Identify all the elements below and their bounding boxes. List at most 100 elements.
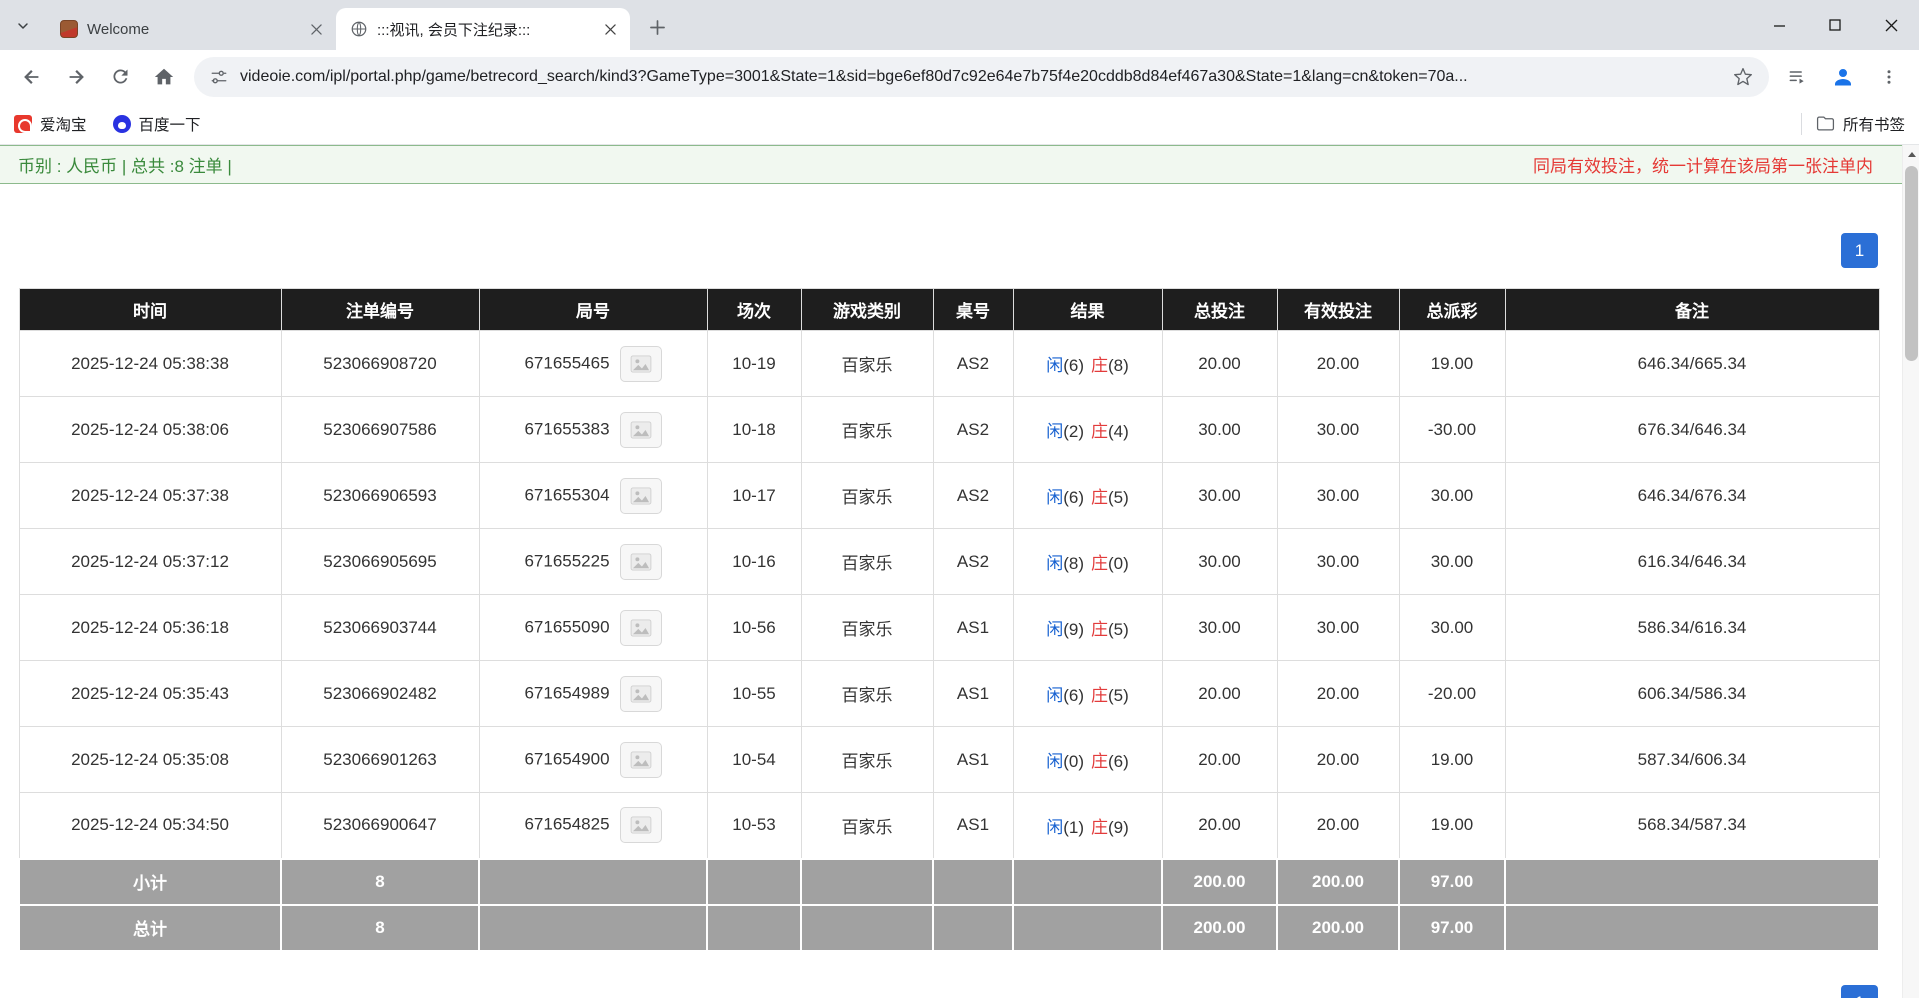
window-controls <box>1751 0 1919 50</box>
result-banker-label: 庄 <box>1091 818 1108 837</box>
result-player-label: 闲 <box>1046 422 1063 441</box>
header-time: 时间 <box>19 289 281 331</box>
session-cell: 10-55 <box>707 661 801 727</box>
bet-table-body: 2025-12-24 05:38:38 523066908720 6716554… <box>19 331 1879 859</box>
tab-close-icon[interactable] <box>600 19 620 39</box>
address-bar[interactable]: videoie.com/ipl/portal.php/game/betrecor… <box>194 57 1769 97</box>
video-thumbnail-icon <box>630 685 652 703</box>
video-thumbnail-icon <box>630 816 652 834</box>
media-controls-icon[interactable] <box>1777 57 1817 97</box>
profile-avatar-icon[interactable] <box>1823 57 1863 97</box>
baidu-favicon <box>113 115 131 133</box>
reload-icon[interactable] <box>98 55 142 99</box>
video-thumbnail-icon <box>630 751 652 769</box>
bookmark-baidu[interactable]: 百度一下 <box>113 113 201 135</box>
view-video-button[interactable] <box>620 610 662 646</box>
home-icon[interactable] <box>142 55 186 99</box>
scrollbar-up-arrow[interactable] <box>1903 145 1919 163</box>
page-1-button-bottom[interactable]: 1 <box>1841 985 1878 998</box>
table-no-cell: AS2 <box>933 331 1013 397</box>
browser-menu-icon[interactable] <box>1869 57 1909 97</box>
forward-icon[interactable] <box>54 55 98 99</box>
result-player-score: (1) <box>1063 818 1084 837</box>
close-window-button[interactable] <box>1863 0 1919 50</box>
tab-bet-record[interactable]: :::视讯, 会员下注纪录::: <box>336 8 630 50</box>
payout-cell: 30.00 <box>1399 463 1505 529</box>
globe-icon <box>350 20 368 38</box>
all-bookmarks-button[interactable]: 所有书签 <box>1816 113 1905 135</box>
round-number: 671655225 <box>524 551 609 570</box>
result-player-score: (2) <box>1063 422 1084 441</box>
game-type-cell: 百家乐 <box>801 331 933 397</box>
total-total-bet: 200.00 <box>1162 905 1277 951</box>
result-banker-score: (9) <box>1108 818 1129 837</box>
scrollbar-track[interactable] <box>1902 145 1919 998</box>
result-banker-score: (5) <box>1108 686 1129 705</box>
back-icon[interactable] <box>10 55 54 99</box>
header-remark: 备注 <box>1505 289 1879 331</box>
view-video-button[interactable] <box>620 742 662 778</box>
scrollbar-thumb[interactable] <box>1905 166 1918 361</box>
browser-toolbar: videoie.com/ipl/portal.php/game/betrecor… <box>0 50 1919 103</box>
page-1-button[interactable]: 1 <box>1841 233 1878 268</box>
result-player-score: (6) <box>1063 356 1084 375</box>
bookmark-aitaobao[interactable]: 爱淘宝 <box>14 113 87 135</box>
total-bet-cell: 20.00 <box>1162 727 1277 793</box>
result-banker-label: 庄 <box>1091 752 1108 771</box>
tab-welcome[interactable]: Welcome <box>46 8 336 50</box>
tab-close-icon[interactable] <box>306 19 326 39</box>
bookmark-star-icon[interactable] <box>1733 67 1753 87</box>
time-cell: 2025-12-24 05:38:06 <box>19 397 281 463</box>
payout-cell: -30.00 <box>1399 397 1505 463</box>
pagination-bottom: 1 <box>1841 985 1878 998</box>
session-cell: 10-56 <box>707 595 801 661</box>
total-payout: 97.00 <box>1399 905 1505 951</box>
result-player-score: (6) <box>1063 488 1084 507</box>
result-banker-label: 庄 <box>1091 686 1108 705</box>
round-number: 671654825 <box>524 815 609 834</box>
result-player-label: 闲 <box>1046 818 1063 837</box>
table-no-cell: AS2 <box>933 397 1013 463</box>
payout-cell: 19.00 <box>1399 727 1505 793</box>
view-video-button[interactable] <box>620 676 662 712</box>
view-video-button[interactable] <box>620 807 662 843</box>
result-player-label: 闲 <box>1046 356 1063 375</box>
tab-title: Welcome <box>87 21 297 38</box>
round-cell: 671654900 <box>479 727 707 793</box>
round-cell: 671655465 <box>479 331 707 397</box>
round-number: 671655304 <box>524 485 609 504</box>
valid-bet-cell: 30.00 <box>1277 595 1399 661</box>
header-table-no: 桌号 <box>933 289 1013 331</box>
minimize-button[interactable] <box>1751 0 1807 50</box>
result-banker-score: (6) <box>1108 752 1129 771</box>
view-video-button[interactable] <box>620 478 662 514</box>
maximize-button[interactable] <box>1807 0 1863 50</box>
bookmarks-divider <box>1801 113 1802 135</box>
video-thumbnail-icon <box>630 619 652 637</box>
tab-strip: Welcome :::视讯, 会员下注纪录::: <box>0 0 1919 50</box>
result-banker-score: (5) <box>1108 488 1129 507</box>
view-video-button[interactable] <box>620 412 662 448</box>
session-cell: 10-53 <box>707 793 801 859</box>
tab-search-chevron-icon[interactable] <box>12 15 34 37</box>
url-text[interactable]: videoie.com/ipl/portal.php/game/betrecor… <box>240 68 1721 86</box>
table-no-cell: AS2 <box>933 529 1013 595</box>
round-cell: 671654989 <box>479 661 707 727</box>
video-thumbnail-icon <box>630 421 652 439</box>
result-cell: 闲(1) 庄(9) <box>1013 793 1162 859</box>
round-cell: 671655225 <box>479 529 707 595</box>
valid-bet-cell: 30.00 <box>1277 529 1399 595</box>
view-video-button[interactable] <box>620 346 662 382</box>
view-video-button[interactable] <box>620 544 662 580</box>
header-round: 局号 <box>479 289 707 331</box>
game-type-cell: 百家乐 <box>801 661 933 727</box>
header-result: 结果 <box>1013 289 1162 331</box>
site-settings-icon[interactable] <box>210 68 228 86</box>
table-no-cell: AS1 <box>933 595 1013 661</box>
new-tab-button[interactable] <box>642 12 672 42</box>
table-no-cell: AS2 <box>933 463 1013 529</box>
subtotal-total-bet: 200.00 <box>1162 859 1277 905</box>
table-row: 2025-12-24 05:38:38 523066908720 6716554… <box>19 331 1879 397</box>
header-payout: 总派彩 <box>1399 289 1505 331</box>
table-no-cell: AS1 <box>933 793 1013 859</box>
